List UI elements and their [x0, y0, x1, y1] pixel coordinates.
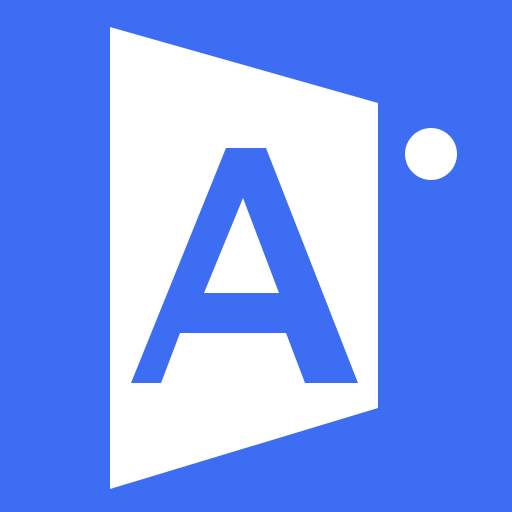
- letter-i-stem: [409, 205, 452, 383]
- ai-app-logo: [0, 0, 512, 512]
- door-panel: [110, 27, 378, 489]
- logo-graphic: [0, 0, 512, 512]
- letter-i-dot: [405, 128, 457, 180]
